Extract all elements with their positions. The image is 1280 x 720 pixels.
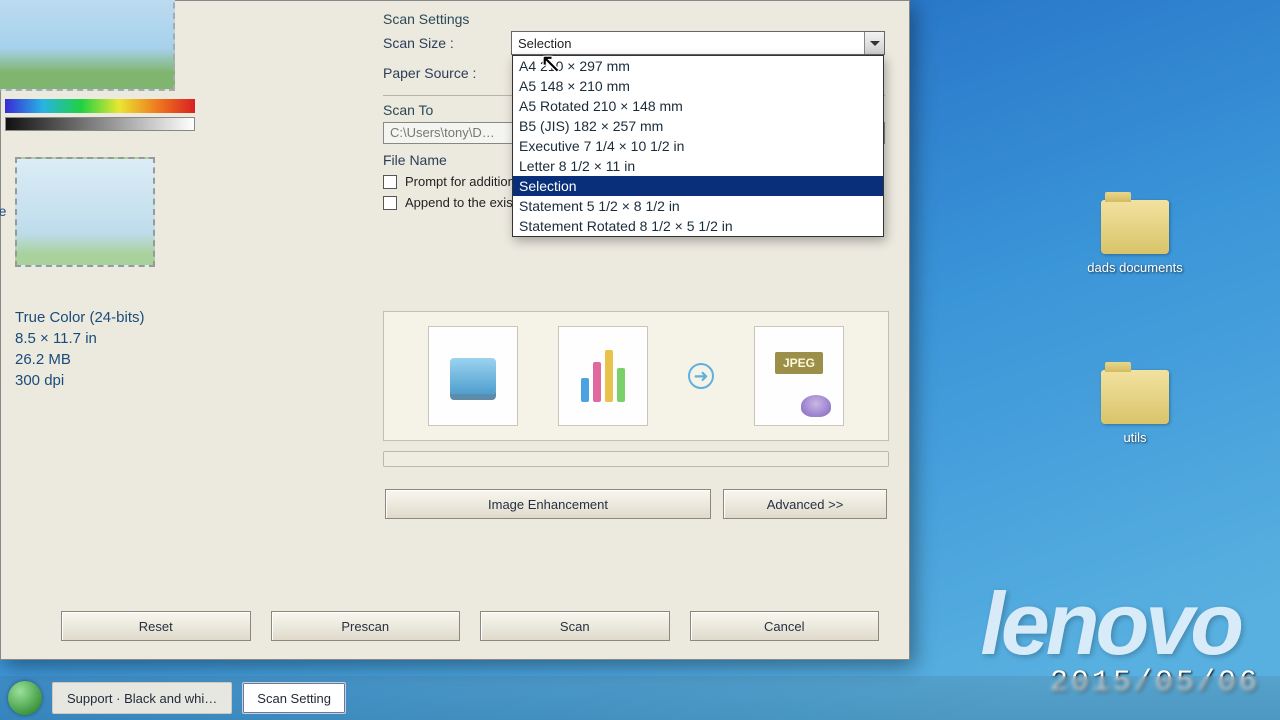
preview-thumbnail-small[interactable]: age <box>15 157 155 267</box>
scan-size-option[interactable]: B5 (JIS) 182 × 257 mm <box>513 116 883 136</box>
scan-size-dropdown-list[interactable]: A4 210 × 297 mmA5 148 × 210 mmA5 Rotated… <box>512 55 884 237</box>
scan-size-label: Scan Size : <box>383 35 511 51</box>
bars-icon <box>581 350 625 402</box>
scan-settings-caption: Scan Settings <box>383 11 885 27</box>
preview-label-fragment: age <box>0 203 6 219</box>
image-info-block: True Color (24-bits) 8.5 × 11.7 in 26.2 … <box>15 307 357 391</box>
prescan-button[interactable]: Prescan <box>271 611 461 641</box>
preview-column: age True Color (24-bits) 8.5 × 11.7 in 2… <box>1 1 371 501</box>
scanner-icon <box>450 358 496 394</box>
checkbox-icon <box>383 196 397 210</box>
cursor-arrow-icon: ↖ <box>540 48 562 79</box>
scan-settings-dialog: age True Color (24-bits) 8.5 × 11.7 in 2… <box>0 0 910 660</box>
scan-size-dropdown[interactable]: Selection A4 210 × 297 mmA5 148 × 210 mm… <box>511 31 885 55</box>
color-spectrum-bar[interactable] <box>5 99 195 113</box>
desktop-icon-label: dads documents <box>1080 260 1190 275</box>
folder-icon <box>1101 370 1169 424</box>
grayscale-bar[interactable] <box>5 117 195 131</box>
taskbar-item-browser[interactable]: Support · Black and whi… <box>52 682 232 714</box>
scan-button[interactable]: Scan <box>480 611 670 641</box>
scan-size-option[interactable]: Statement 5 1/2 × 8 1/2 in <box>513 196 883 216</box>
paper-source-label: Paper Source : <box>383 65 511 81</box>
scan-size-option[interactable]: Executive 7 1/4 × 10 1/2 in <box>513 136 883 156</box>
scan-size-option[interactable]: A4 210 × 297 mm <box>513 56 883 76</box>
image-info-colordepth: True Color (24-bits) <box>15 307 357 328</box>
pipeline-progress-bar <box>383 451 889 467</box>
pipeline-output[interactable]: JPEG <box>754 326 844 426</box>
settings-column: Scan Settings Scan Size : Selection A4 2… <box>373 1 899 501</box>
checkbox-icon <box>383 175 397 189</box>
scan-size-option[interactable]: Letter 8 1/2 × 11 in <box>513 156 883 176</box>
reset-button[interactable]: Reset <box>61 611 251 641</box>
scan-pipeline-panel: ➜ JPEG <box>383 311 889 441</box>
pipeline-process[interactable] <box>558 326 648 426</box>
taskbar-item-scan-setting[interactable]: Scan Setting <box>242 682 346 714</box>
start-button[interactable] <box>8 681 42 715</box>
taskbar: Support · Black and whi… Scan Setting <box>0 676 1280 720</box>
file-name-label: File Name <box>383 152 511 168</box>
arrow-right-icon: ➜ <box>688 363 714 389</box>
desktop-folder-utils[interactable]: utils <box>1080 370 1190 445</box>
image-enhancement-button[interactable]: Image Enhancement <box>385 489 711 519</box>
lenovo-wallpaper-mark: lenovo <box>980 573 1240 675</box>
folder-icon <box>1101 200 1169 254</box>
scan-size-option[interactable]: A5 148 × 210 mm <box>513 76 883 96</box>
advanced-button[interactable]: Advanced >> <box>723 489 887 519</box>
pipeline-source[interactable] <box>428 326 518 426</box>
desktop-folder-dads-documents[interactable]: dads documents <box>1080 200 1190 275</box>
scan-size-option[interactable]: Selection <box>513 176 883 196</box>
image-info-dpi: 300 dpi <box>15 370 357 391</box>
scan-size-option[interactable]: A5 Rotated 210 × 148 mm <box>513 96 883 116</box>
image-info-size: 8.5 × 11.7 in <box>15 328 357 349</box>
desktop-icon-label: utils <box>1080 430 1190 445</box>
image-info-filesize: 26.2 MB <box>15 349 357 370</box>
preview-thumbnail[interactable] <box>0 0 175 91</box>
jpeg-badge: JPEG <box>775 352 823 374</box>
scan-size-option[interactable]: Statement Rotated 8 1/2 × 5 1/2 in <box>513 216 883 236</box>
chevron-down-icon <box>864 32 884 54</box>
cancel-button[interactable]: Cancel <box>690 611 880 641</box>
disk-icon <box>801 395 831 417</box>
